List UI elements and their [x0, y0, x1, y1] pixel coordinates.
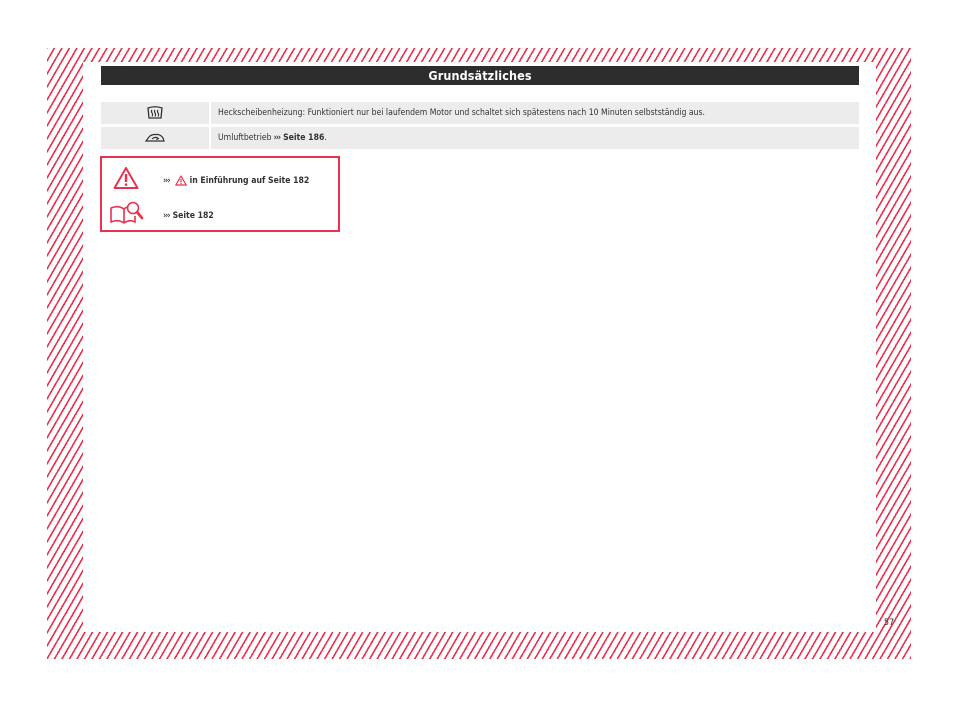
row-text: Heckscheibenheizung: Funktioniert nur be…: [218, 108, 705, 118]
row-label: Umluftbetrieb: [218, 133, 272, 143]
arrow-marker: ›››: [163, 175, 171, 186]
page-reference-link[interactable]: Seite 186: [283, 133, 324, 143]
air-recirculation-icon: [144, 133, 165, 142]
table-row: Umluftbetrieb ››› Seite 186.: [101, 127, 859, 149]
arrow-marker: ›››: [273, 133, 282, 143]
warning-triangle-icon: [113, 167, 139, 189]
warning-box: ››› in Einführung auf Seite 182 ››› Seit…: [100, 156, 340, 232]
small-warning-icon: [174, 175, 187, 186]
row-text: Umluftbetrieb ››› Seite 186.: [211, 133, 327, 143]
icon-cell: [101, 102, 211, 124]
manual-reference-link[interactable]: Seite 182: [173, 211, 214, 221]
section-title: Grundsätzliches: [428, 68, 532, 83]
manual-reference-line: ››› Seite 182: [161, 211, 214, 221]
section-header: Grundsätzliches: [101, 66, 859, 85]
period: .: [324, 133, 327, 143]
warning-reference-line: ››› in Einführung auf Seite 182: [161, 175, 309, 186]
table-row: Heckscheibenheizung: Funktioniert nur be…: [101, 102, 859, 124]
rear-window-defrost-icon: [147, 106, 163, 119]
book-magnifier-icon: [110, 201, 144, 224]
warning-reference-link[interactable]: in Einführung auf Seite 182: [190, 176, 310, 186]
arrow-marker: ›››: [163, 211, 171, 221]
icon-cell: [101, 127, 211, 149]
page-number: 57: [883, 618, 895, 628]
